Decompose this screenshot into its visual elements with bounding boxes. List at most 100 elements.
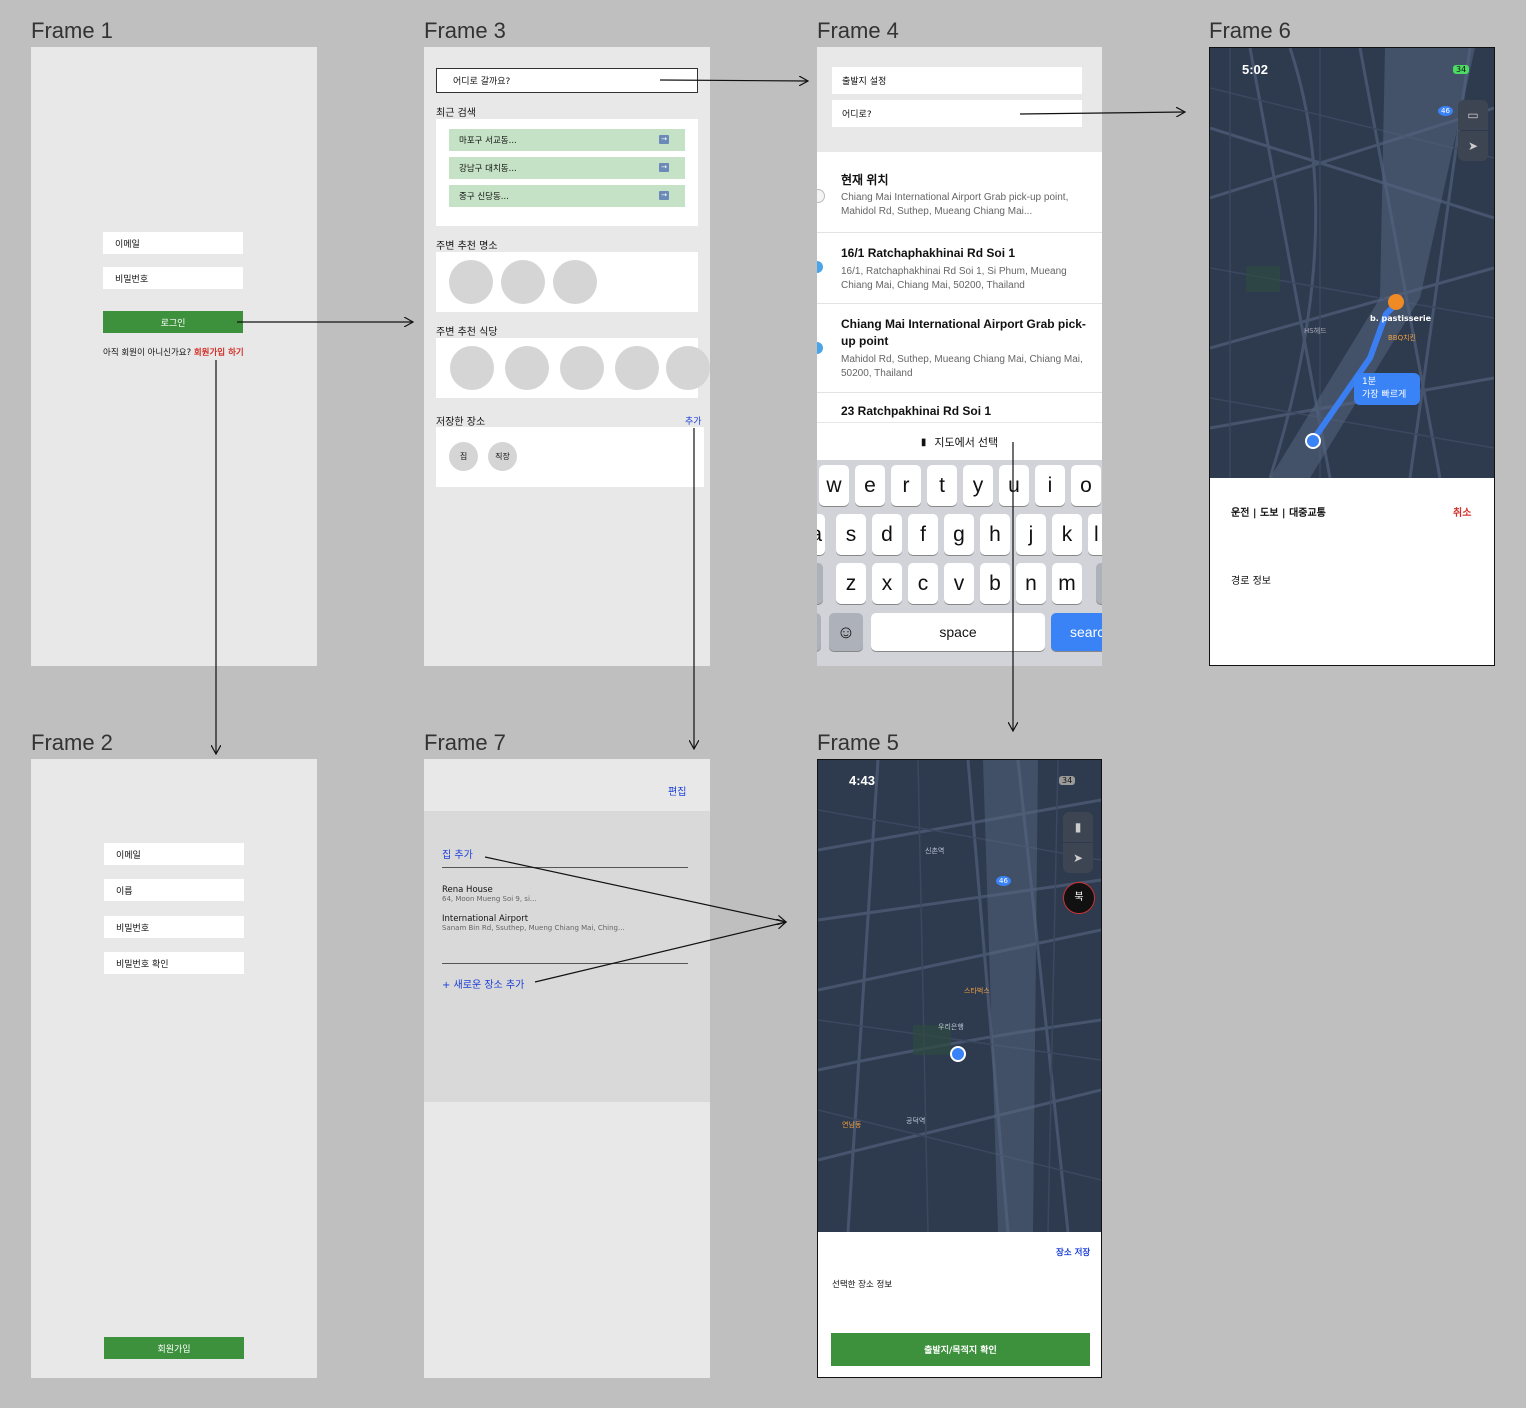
- signup-link[interactable]: 회원가입 하기: [194, 348, 244, 358]
- shift-key[interactable]: [817, 563, 823, 604]
- key-r[interactable]: r: [891, 465, 921, 506]
- result-name: 23 Ratchpakhinai Rd Soi 1: [841, 404, 992, 418]
- places-title: 주변 추천 명소: [436, 241, 498, 252]
- key-i[interactable]: i: [1035, 465, 1065, 506]
- map-label: HS헤드: [1304, 327, 1327, 335]
- confirm-button[interactable]: 출발지/목적지 확인: [831, 1333, 1090, 1366]
- key-k[interactable]: k: [1052, 514, 1082, 555]
- name-field[interactable]: 이름: [104, 879, 244, 901]
- select-map[interactable]: 4:43 34 ▮ ➤ 북 46 신촌역 스타벅스 우리은행 연남동 공덕역: [818, 760, 1101, 1232]
- places-sheet: 집 추가 Rena House 64, Moon Mueng Soi 9, si…: [424, 811, 710, 1102]
- map-mode-icon[interactable]: ▮: [1063, 812, 1093, 842]
- cancel-button[interactable]: 취소: [1453, 504, 1471, 519]
- email-field[interactable]: 이메일: [103, 232, 243, 254]
- key-c[interactable]: c: [908, 563, 938, 604]
- new-place-link[interactable]: + 새로운 장소 추가: [442, 976, 524, 991]
- mode-transit-tab[interactable]: 대중교통: [1289, 508, 1326, 519]
- space-key[interactable]: space: [871, 613, 1045, 651]
- result-item[interactable]: 23 Ratchpakhinai Rd Soi 1: [817, 393, 1102, 423]
- saved-place-name: Rena House: [442, 885, 493, 895]
- saved-home-label: 집: [459, 452, 468, 461]
- route-badge[interactable]: 1분 가장 빠르게: [1354, 373, 1420, 405]
- restaurant-thumbnail[interactable]: [666, 346, 710, 390]
- restaurant-thumbnail[interactable]: [615, 346, 659, 390]
- saved-work-chip[interactable]: 직장: [488, 442, 517, 471]
- key-n[interactable]: n: [1016, 563, 1046, 604]
- key-t[interactable]: t: [927, 465, 957, 506]
- frame-6-title: Frame 6: [1209, 18, 1291, 43]
- key-b[interactable]: b: [980, 563, 1010, 604]
- recent-panel: 마포구 서교동... → 강남구 대치동... → 중구 신당동... →: [436, 119, 698, 226]
- key-m[interactable]: m: [1052, 563, 1082, 604]
- globe-key[interactable]: [817, 613, 821, 651]
- result-item[interactable]: Chiang Mai International Airport Grab pi…: [817, 304, 1102, 393]
- key-d[interactable]: d: [872, 514, 902, 555]
- map-select-bar[interactable]: ▮ 지도에서 선택: [817, 422, 1102, 461]
- key-w[interactable]: w: [819, 465, 849, 506]
- saved-place-item[interactable]: International Airport Sanam Bin Rd, Ssut…: [442, 914, 625, 932]
- emoji-key[interactable]: ☺: [829, 613, 863, 651]
- key-h[interactable]: h: [980, 514, 1010, 555]
- key-j[interactable]: j: [1016, 514, 1046, 555]
- location-pin-icon: [817, 261, 823, 273]
- mode-drive-tab[interactable]: 운전: [1231, 508, 1249, 519]
- key-y[interactable]: y: [963, 465, 993, 506]
- email-field[interactable]: 이메일: [104, 843, 244, 865]
- locate-icon[interactable]: ➤: [1458, 131, 1488, 161]
- result-item[interactable]: 현재 위치 Chiang Mai International Airport G…: [817, 152, 1102, 233]
- saved-add-link[interactable]: 추가: [685, 414, 702, 427]
- place-thumbnail[interactable]: [553, 260, 597, 304]
- key-l[interactable]: l: [1088, 514, 1102, 555]
- password-confirm-field[interactable]: 비밀번호 확인: [104, 952, 244, 974]
- key-v[interactable]: v: [944, 563, 974, 604]
- locate-icon[interactable]: ➤: [1063, 843, 1093, 873]
- recent-item[interactable]: 마포구 서교동... →: [449, 129, 685, 151]
- origin-input[interactable]: 출발지 설정: [832, 67, 1082, 94]
- key-u[interactable]: u: [999, 465, 1029, 506]
- places-panel: [436, 252, 698, 312]
- delete-key[interactable]: [1096, 563, 1102, 604]
- place-thumbnail[interactable]: [449, 260, 493, 304]
- key-s[interactable]: s: [836, 514, 866, 555]
- mode-walk-tab[interactable]: 도보: [1260, 508, 1278, 519]
- destination-input[interactable]: 어디로?: [832, 100, 1082, 127]
- home-add-link[interactable]: 집 추가: [442, 846, 473, 861]
- signup-button[interactable]: 회원가입: [104, 1337, 244, 1359]
- saved-place-name: International Airport: [442, 914, 529, 924]
- emoji-icon: ☺: [836, 621, 856, 642]
- restaurant-thumbnail[interactable]: [560, 346, 604, 390]
- result-item[interactable]: 16/1 Ratchaphakhinai Rd Soi 1 16/1, Ratc…: [817, 233, 1102, 304]
- arrow-right-icon[interactable]: →: [659, 163, 669, 172]
- arrow-right-icon[interactable]: →: [659, 135, 669, 144]
- restaurant-thumbnail[interactable]: [505, 346, 549, 390]
- password-field[interactable]: 비밀번호: [103, 267, 243, 289]
- key-f[interactable]: f: [908, 514, 938, 555]
- key-o[interactable]: o: [1071, 465, 1101, 506]
- edit-button[interactable]: 편집: [668, 783, 686, 798]
- recent-item[interactable]: 중구 신당동... →: [449, 185, 685, 207]
- saved-place-item[interactable]: Rena House 64, Moon Mueng Soi 9, si...: [442, 885, 537, 903]
- arrow-right-icon[interactable]: →: [659, 191, 669, 200]
- car-icon[interactable]: ▭: [1458, 100, 1488, 130]
- search-key[interactable]: search: [1051, 613, 1102, 651]
- transport-modes: 운전 | 도보 | 대중교통: [1231, 504, 1326, 519]
- password-field[interactable]: 비밀번호: [104, 916, 244, 938]
- key-z[interactable]: z: [836, 563, 866, 604]
- saved-home-chip[interactable]: 집: [449, 442, 478, 471]
- save-place-button[interactable]: 장소 저장: [1056, 1246, 1090, 1258]
- key-e[interactable]: e: [855, 465, 885, 506]
- key-a[interactable]: a: [817, 514, 825, 555]
- key-x[interactable]: x: [872, 563, 902, 604]
- route-map[interactable]: 5:02 34 ▭ ➤ b. pastisserie 1분 가장 빠르게 46 …: [1210, 48, 1494, 478]
- recent-title: 최근 검색: [436, 108, 476, 119]
- place-thumbnail[interactable]: [501, 260, 545, 304]
- key-g[interactable]: g: [944, 514, 974, 555]
- search-input[interactable]: 어디로 갈까요?: [436, 68, 698, 93]
- compass-icon[interactable]: 북: [1063, 882, 1095, 914]
- recent-item[interactable]: 강남구 대치동... →: [449, 157, 685, 179]
- login-button[interactable]: 로그인: [103, 311, 243, 333]
- signup-prompt: 아직 회원이 아니신가요? 회원가입 하기: [103, 346, 244, 358]
- restaurant-thumbnail[interactable]: [450, 346, 494, 390]
- results-list: 현재 위치 Chiang Mai International Airport G…: [817, 152, 1102, 422]
- status-time: 4:43: [849, 773, 876, 788]
